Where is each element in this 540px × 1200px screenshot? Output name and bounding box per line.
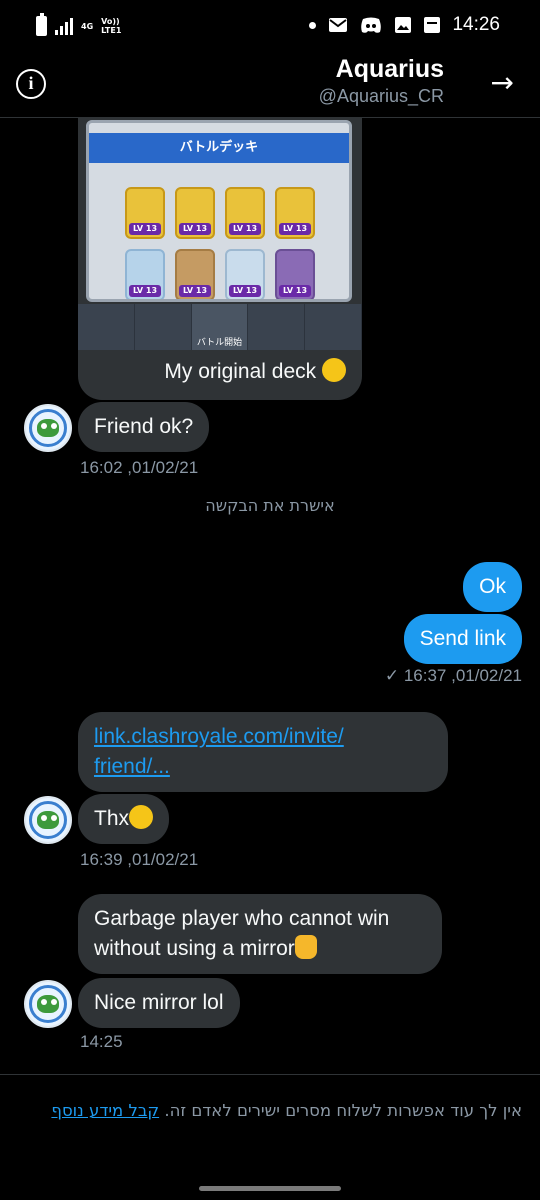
status-right: 14:26	[309, 14, 500, 36]
message-bubble-incoming[interactable]: Nice mirror lol	[78, 978, 240, 1028]
image-message[interactable]: バトルデッキ LV 13 LV 13 LV 13 LV 13 LV 13 LV …	[78, 118, 362, 400]
network-4g-label: 4G	[81, 21, 94, 31]
status-left: 4G Vo)) LTE1	[36, 13, 122, 36]
avatar[interactable]	[24, 404, 72, 452]
back-arrow-icon[interactable]: →	[491, 69, 514, 97]
signal-icon	[55, 17, 73, 35]
battery-icon	[36, 13, 47, 36]
smiling-hearts-emoji-icon	[129, 805, 154, 829]
avatar[interactable]	[24, 796, 72, 844]
message-bubble-incoming[interactable]: link.clashroyale.com/invite/ friend/...	[78, 712, 448, 792]
message-bubble-outgoing[interactable]: Ok	[463, 562, 522, 612]
message-timestamp: 16:02 ,01/02/21	[80, 458, 199, 477]
deck-card: LV 13	[125, 187, 165, 239]
footer-divider	[0, 1074, 540, 1075]
deck-card: LV 13	[175, 187, 215, 239]
info-icon[interactable]: i	[16, 69, 46, 99]
toolbar-tab	[248, 304, 306, 350]
deck-banner: バトルデッキ	[89, 133, 349, 163]
deck-card: LV 13	[225, 249, 265, 299]
toolbar-tab	[305, 304, 362, 350]
discord-icon	[361, 17, 382, 33]
dot-icon	[309, 21, 317, 29]
dm-disabled-notice: אין לך עוד אפשרות לשלוח מסרים ישירים לאד…	[51, 1101, 522, 1120]
message-timestamp: ✓ 16:37 ,01/02/21	[384, 666, 522, 685]
message-bubble-incoming[interactable]: Garbage player who cannot win without us…	[78, 894, 442, 974]
system-message: אישרת את הבקשה	[205, 496, 335, 515]
toolbar-tab	[135, 304, 192, 350]
deck-card: LV 13	[175, 249, 215, 299]
message-timestamp: 14:25	[80, 1032, 123, 1051]
conversation-title: Aquarius	[335, 55, 444, 83]
deck-grid: LV 13 LV 13 LV 13 LV 13 LV 13 LV 13 LV 1…	[125, 187, 321, 299]
conversation-title-group[interactable]: Aquarius @Aquarius_CR	[319, 56, 444, 107]
deck-card: LV 13	[275, 249, 315, 299]
deck-card: LV 13	[125, 249, 165, 299]
toolbar-tab	[78, 304, 135, 350]
invite-link[interactable]: link.clashroyale.com/invite/	[94, 725, 344, 748]
deck-card: LV 13	[225, 187, 265, 239]
message-bubble-outgoing[interactable]: Send link	[403, 614, 522, 664]
avatar[interactable]	[24, 980, 72, 1028]
conversation-header: i Aquarius @Aquarius_CR →	[0, 56, 540, 118]
network-volte-label: Vo)) LTE1	[101, 17, 122, 35]
game-toolbar: バトル開始	[78, 304, 362, 350]
invite-link-continued[interactable]: friend/...	[94, 755, 170, 778]
message-bubble-incoming[interactable]: Friend ok?	[78, 402, 210, 452]
thumbs-up-emoji-icon	[294, 935, 317, 959]
clock: 14:26	[452, 14, 500, 35]
star-struck-emoji-icon	[322, 358, 346, 382]
mail-icon	[329, 18, 348, 32]
learn-more-link[interactable]: קבל מידע נוסף	[51, 1101, 159, 1120]
game-screenshot[interactable]: バトルデッキ LV 13 LV 13 LV 13 LV 13 LV 13 LV …	[86, 120, 352, 302]
conversation-handle: @Aquarius_CR	[318, 86, 444, 106]
status-bar: 4G Vo)) LTE1 14:26	[0, 0, 540, 56]
gallery-icon	[395, 17, 412, 33]
message-bubble-incoming[interactable]: Thx	[78, 794, 170, 844]
image-caption: My original deck	[164, 358, 346, 384]
toolbar-tab-battle: バトル開始	[191, 304, 249, 350]
deck-card: LV 13	[275, 187, 315, 239]
message-timestamp: 16:39 ,01/02/21	[80, 850, 199, 869]
notification-icon	[424, 17, 441, 33]
home-indicator[interactable]	[199, 1186, 341, 1191]
